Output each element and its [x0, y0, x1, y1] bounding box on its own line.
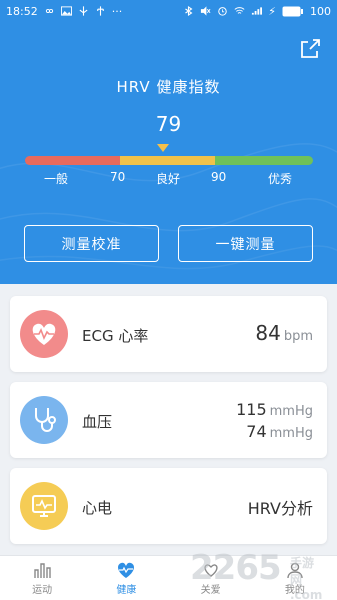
heart-rate-value: 84	[255, 321, 281, 345]
watermark-sub1: 手游网	[290, 556, 315, 587]
heart-icon	[20, 310, 68, 358]
gauge-segment-low	[25, 156, 121, 165]
watermark-logo: 2265 手游网 .com	[190, 548, 322, 600]
ecg-heart-rate-card[interactable]: ECG 心率 84 bpm	[10, 296, 327, 372]
measure-button[interactable]: 一键测量	[178, 225, 313, 262]
status-bar: 18:52 ··· ⚡ 100	[0, 0, 337, 22]
gauge-tick-label: 优秀	[268, 172, 293, 186]
bottom-tab-bar: 运动 健康 关爱 我的	[0, 555, 337, 600]
calibrate-button[interactable]: 测量校准	[24, 225, 159, 262]
blood-pressure-values: 115 mmHg 74 mmHg	[236, 400, 313, 444]
loop-icon	[45, 9, 53, 13]
bar-chart-icon	[34, 562, 51, 578]
blood-pressure-card[interactable]: 血压 115 mmHg 74 mmHg	[10, 382, 327, 458]
signal-icon	[252, 7, 263, 15]
systolic-unit: mmHg	[269, 404, 313, 419]
watermark-sub: 手游网 .com	[290, 554, 322, 600]
watermark-main: 2265	[190, 548, 282, 588]
hrv-gauge	[25, 156, 313, 165]
systolic-value: 115	[236, 400, 267, 419]
ecg-label: 心电	[82, 499, 113, 517]
battery-icon	[282, 6, 303, 16]
tab-exercise-label: 运动	[32, 584, 53, 596]
tab-health-label: 健康	[116, 584, 137, 596]
stethoscope-icon	[20, 396, 68, 444]
gauge-segment-mid	[120, 156, 216, 165]
battery-level: 100	[310, 4, 331, 18]
gauge-tick-label: 一般	[44, 172, 69, 186]
heart-rate-unit: bpm	[283, 329, 313, 344]
watermark-sub2: .com	[290, 588, 323, 600]
gauge-tick-label: 良好	[156, 172, 181, 186]
diastolic-value: 74	[246, 422, 267, 441]
heart-pulse-icon	[118, 562, 135, 578]
share-icon[interactable]	[299, 38, 321, 60]
charging-icon: ⚡	[268, 4, 276, 18]
usb-icon	[79, 6, 88, 16]
gauge-tick-label: 70	[110, 170, 126, 184]
image-icon	[60, 6, 72, 16]
blood-pressure-label: 血压	[82, 413, 113, 431]
more-icon: ···	[111, 4, 123, 18]
gauge-segment-high	[215, 156, 313, 165]
alarm-icon	[218, 7, 228, 16]
mute-icon	[201, 6, 211, 16]
hrv-analysis-link[interactable]: HRV分析	[248, 495, 313, 519]
ecg-heart-rate-label: ECG 心率	[82, 327, 149, 345]
ecg-analysis-card[interactable]: 心电 HRV分析	[10, 468, 327, 544]
status-time: 18:52	[6, 4, 38, 18]
gauge-pointer	[157, 144, 169, 152]
hrv-title: HRV 健康指数	[116, 78, 221, 96]
hrv-panel: HRV 健康指数 79 一般 70 良好 90 优秀 测量校准 一键测量	[0, 22, 337, 284]
usb-icon-2	[96, 6, 104, 16]
tab-exercise[interactable]: 运动	[0, 556, 84, 600]
heart-rate-value-group: 84 bpm	[255, 321, 313, 345]
tab-health[interactable]: 健康	[84, 556, 168, 600]
diastolic-unit: mmHg	[269, 426, 313, 441]
hrv-value: 79	[155, 112, 182, 136]
ecg-monitor-icon	[20, 482, 68, 530]
gauge-tick-label: 90	[211, 170, 227, 184]
wifi-icon	[234, 7, 245, 14]
bluetooth-icon	[185, 6, 193, 16]
